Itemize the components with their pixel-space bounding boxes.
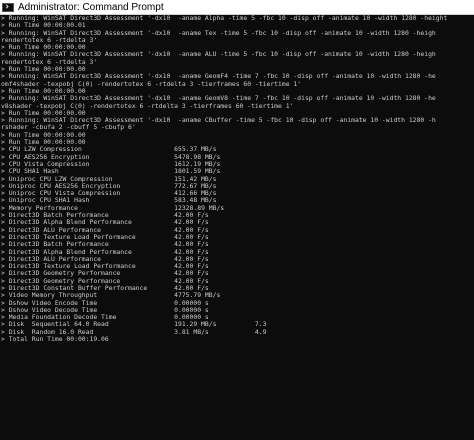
title-bar[interactable]: Administrator: Command Prompt (0, 0, 474, 15)
console-line: > Running: WinSAT Direct3D Assessment '-… (1, 95, 436, 103)
console-line: > Uniproc CPU Vista Compression 412.66 M… (1, 190, 217, 198)
console-line: > Disk Random 16.0 Read 3.81 MB/s 4.9 (1, 328, 267, 336)
console-line: > Direct3D ALU Performance 42.00 F/s (1, 226, 209, 234)
console-line: > Total Run Time 00:00:19.06 (1, 336, 109, 344)
console-line: > Dshow Video Decode Time 0.00000 s (1, 306, 209, 314)
console-line: > Running: WinSAT Direct3D Assessment '-… (1, 51, 436, 59)
console-line: > Run Time 00:00:00.00 (1, 131, 86, 139)
console-line: rendertotex 6 -rtdelta 3' (1, 58, 98, 66)
console-line: v8shader -texpobj C(0) -rendertotex 6 -r… (1, 102, 294, 110)
console-line: > Media Foundation Decode Time 0.00000 s (1, 314, 209, 322)
console-line: > Direct3D Batch Performance 42.00 F/s (1, 212, 209, 220)
console-line: > Uniproc CPU LZW Compression 151.42 MB/… (1, 175, 217, 183)
console-line: > Video Memory Throughput 4775.79 MB/s (1, 292, 221, 300)
console-line: > Direct3D Alpha Blend Performance 42.00… (1, 248, 209, 256)
console-line: > Direct3D Alpha Blend Performance 42.00… (1, 219, 209, 227)
console-line: > Direct3D Geometry Performance 42.00 F/… (1, 270, 209, 278)
console-line: > Running: WinSAT Direct3D Assessment '-… (1, 73, 436, 81)
console-line: > Running: WinSAT Direct3D Assessment '-… (1, 29, 436, 37)
console-line: > Memory Performance 12328.89 MB/s (1, 204, 225, 212)
console-line: > Dshow Video Encode Time 0.00000 s (1, 299, 209, 307)
console-line: > Uniproc CPU SHA1 Hash 583.48 MB/s (1, 197, 217, 205)
console-line: > Running: WinSAT Direct3D Assessment '-… (1, 117, 436, 125)
console-line: > Running: WinSAT Direct3D Assessment '-… (1, 15, 448, 22)
console-line: > CPU LZW Compression 655.37 MB/s (1, 146, 217, 154)
console-line: > Direct3D Constant Buffer Performance 4… (1, 284, 209, 292)
console-line: > Run Time 00:00:00.01 (1, 22, 86, 30)
console-line: rendertotex 6 -rtdelta 3' (1, 36, 98, 44)
console-line: > Direct3D ALU Performance 42.00 F/s (1, 255, 209, 263)
console-line: omf4shader -texpobj C(0) -rendertotex 6 … (1, 80, 302, 88)
console-line: > Uniproc CPU AES256 Encryption 772.67 M… (1, 182, 217, 190)
console-line: > Run Time 00:00:00.00 (1, 109, 86, 117)
console-line: > Run Time 00:00:00.00 (1, 139, 86, 147)
console-line: > CPU SHA1 Hash 1801.59 MB/s (1, 168, 221, 176)
console-line: > Direct3D Texture Load Performance 42.0… (1, 263, 209, 271)
console-output[interactable]: > Running: WinSAT Direct3D Assessment '-… (0, 15, 474, 440)
console-line: rshader -cbufa 2 -cbuff 5 -cbufp 6' (1, 124, 136, 132)
window-title: Administrator: Command Prompt (18, 1, 164, 13)
console-line: > CPU Vista Compression 1612.19 MB/s (1, 160, 221, 168)
console-line: > Direct3D Batch Performance 42.00 F/s (1, 241, 209, 249)
console-line: > Run Time 00:00:00.00 (1, 66, 86, 74)
console-line: > Run Time 00:00:00.00 (1, 87, 86, 95)
console-line: > Direct3D Texture Load Performance 42.0… (1, 233, 209, 241)
console-line: > Disk Sequential 64.0 Read 191.29 MB/s … (1, 321, 267, 329)
console-line: > Run Time 00:00:00.00 (1, 44, 86, 52)
command-prompt-window: Administrator: Command Prompt > Running:… (0, 0, 474, 440)
console-icon (2, 2, 14, 12)
console-line: > Direct3D Geometry Performance 42.00 F/… (1, 277, 209, 285)
console-line: > CPU AES256 Encryption 5478.98 MB/s (1, 153, 221, 161)
